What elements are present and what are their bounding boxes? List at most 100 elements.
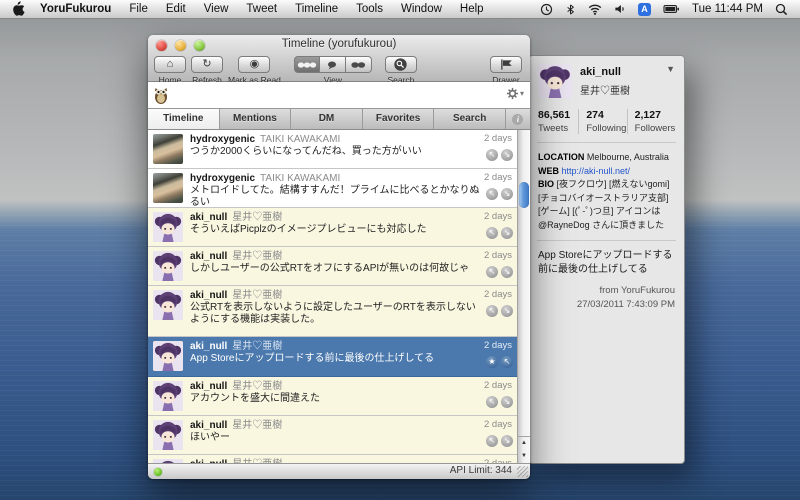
tweet-header: aki_null 星井♡亜樹 [190, 211, 484, 224]
window-title: Timeline (yorufukurou) [208, 38, 470, 50]
chevron-down-icon: ▾ [520, 89, 524, 98]
refresh-button[interactable]: ↻ Refresh [191, 56, 223, 85]
menu-item-timeline[interactable]: Timeline [286, 0, 347, 19]
menu-item-edit[interactable]: Edit [157, 0, 195, 19]
nav-up-button[interactable]: ↖ [486, 396, 498, 408]
tweet-time: 2 days [484, 250, 512, 261]
timeline-info-button[interactable]: i [506, 109, 530, 129]
search-button[interactable]: Search [385, 56, 417, 85]
tweet-row[interactable]: aki_null星井♡亜樹アカウントを盛大に間違えた2 days↖↘ [148, 377, 530, 416]
scrollbar-arrows: ▲ ▼ [518, 436, 530, 463]
time-machine-icon[interactable] [540, 3, 553, 16]
nav-down-button[interactable]: ↘ [501, 396, 513, 408]
tweet-row[interactable]: aki_null星井♡亜樹しかしユーザーの公式RTをオフにするAPIが無いのは何… [148, 247, 530, 286]
spotlight-icon[interactable] [775, 3, 788, 16]
view-double-segment[interactable] [346, 56, 372, 73]
home-button[interactable]: ⌂ Home [154, 56, 186, 85]
wifi-icon[interactable] [588, 3, 602, 15]
user-screen-name: hydroxygenic [190, 173, 255, 184]
input-source-icon[interactable]: A [638, 3, 651, 16]
nav-down-button[interactable]: ↘ [501, 435, 513, 447]
drawer-button[interactable]: Drawer [490, 56, 522, 85]
menu-item-tweet[interactable]: Tweet [237, 0, 286, 19]
nav-up-button[interactable]: ↖ [486, 227, 498, 239]
tweet-time: 2 days [484, 211, 512, 222]
minimize-button[interactable] [175, 40, 186, 51]
tweet-text: アカウントを盛大に間違えた [190, 393, 484, 405]
tweet-time: 2 days [484, 419, 512, 430]
close-button[interactable] [156, 40, 167, 51]
chevron-down-icon[interactable]: ▼ [666, 64, 675, 74]
stat-following[interactable]: 274Following [578, 109, 626, 134]
tab-favorites[interactable]: Favorites [363, 109, 435, 129]
menu-bar-clock[interactable]: Tue 11:44 PM [692, 3, 763, 15]
volume-icon[interactable] [614, 3, 626, 15]
profile-names: aki_null 星井♡亜樹 [580, 64, 630, 98]
menu-item-yorufukurou[interactable]: YoruFukurou [31, 0, 120, 19]
avatar [153, 251, 183, 281]
divider [537, 142, 676, 143]
nav-down-button[interactable]: ↘ [501, 188, 513, 200]
scroll-down-arrow[interactable]: ▼ [518, 450, 530, 463]
nav-up-button[interactable]: ↖ [486, 149, 498, 161]
compose-input[interactable]: ▾ [148, 82, 530, 109]
tweet-row[interactable]: hydroxygenicTAIKI KAWAKAMIつうか2000くらいになって… [148, 130, 530, 169]
nav-up-button[interactable]: ↖ [486, 435, 498, 447]
bluetooth-icon[interactable] [565, 3, 576, 16]
user-display-name: 星井♡亜樹 [232, 212, 282, 223]
menu-item-file[interactable]: File [120, 0, 157, 19]
tweet-time: 2 days [484, 380, 512, 391]
tweet-row[interactable]: aki_null星井♡亜樹ほいやー2 days↖↘ [148, 416, 530, 455]
nav-up-button[interactable]: ↖ [486, 305, 498, 317]
profile-screen-name: aki_null [580, 66, 630, 78]
tweet-time: 2 days [484, 289, 512, 300]
battery-icon[interactable] [663, 3, 680, 15]
scroll-up-arrow[interactable]: ▲ [518, 437, 530, 450]
stat-tweets[interactable]: 86,561Tweets [538, 109, 578, 134]
location-value: Melbourne, Australia [587, 152, 669, 162]
reply-button[interactable]: ↖ [501, 356, 513, 368]
window-controls [156, 40, 205, 51]
mark-as-read-button[interactable]: ◉ Mark as Read [228, 56, 281, 85]
zoom-button[interactable] [194, 40, 205, 51]
web-link[interactable]: http://aki-null.net/ [562, 166, 631, 176]
resize-grip[interactable] [517, 466, 528, 477]
tweet-time: 2 days [484, 133, 512, 144]
menu-item-tools[interactable]: Tools [347, 0, 392, 19]
tweet-row[interactable]: hydroxygenicTAIKI KAWAKAMIメトロイドしてた。結構すすん… [148, 169, 530, 208]
favorite-button[interactable]: ★ [486, 356, 498, 368]
tweet-row[interactable]: aki_null星井♡亜樹2 days↖↘ [148, 455, 530, 463]
scrollbar-thumb[interactable] [519, 182, 529, 208]
menu-bar-status-area: A Tue 11:44 PM [540, 3, 792, 16]
nav-down-button[interactable]: ↘ [501, 305, 513, 317]
view-all-segment[interactable] [294, 56, 320, 73]
tweet-row[interactable]: aki_null星井♡亜樹App Storeにアップロードする前に最後の仕上げし… [148, 337, 530, 377]
stat-followers[interactable]: 2,127Followers [627, 109, 675, 134]
mark-as-read-icon: ◉ [250, 59, 260, 70]
tab-search[interactable]: Search [434, 109, 506, 129]
user-screen-name: aki_null [190, 212, 227, 223]
flag-icon [499, 58, 514, 71]
tweet-row[interactable]: aki_null星井♡亜樹公式RTを表示しないように設定したユーザーのRTを表示… [148, 286, 530, 337]
user-display-name: 星井♡亜樹 [232, 290, 282, 301]
scrollbar[interactable]: ▲ ▼ [517, 130, 530, 463]
nav-down-button[interactable]: ↘ [501, 227, 513, 239]
tweet-row[interactable]: aki_null 星井♡亜樹そういえばPicplzのイメージプレビューにも対応した… [148, 208, 530, 247]
view-single-segment[interactable] [320, 56, 346, 73]
tweet-text: そういえばPicplzのイメージプレビューにも対応した [190, 224, 484, 236]
compose-options-button[interactable]: ▾ [506, 87, 524, 100]
tab-dm[interactable]: DM [291, 109, 363, 129]
menu-item-window[interactable]: Window [392, 0, 451, 19]
apple-menu[interactable] [8, 1, 31, 17]
tab-timeline[interactable]: Timeline [148, 109, 220, 129]
nav-down-button[interactable]: ↘ [501, 266, 513, 278]
menu-item-help[interactable]: Help [451, 0, 493, 19]
selected-tweet-timestamp: 27/03/2011 7:43:09 PM [538, 299, 675, 310]
tweet-text: つうか2000くらいになってんだね、買った方がいい [190, 146, 484, 158]
menu-item-view[interactable]: View [195, 0, 238, 19]
nav-up-button[interactable]: ↖ [486, 188, 498, 200]
user-screen-name: aki_null [190, 290, 227, 301]
nav-up-button[interactable]: ↖ [486, 266, 498, 278]
nav-down-button[interactable]: ↘ [501, 149, 513, 161]
tab-mentions[interactable]: Mentions [220, 109, 292, 129]
